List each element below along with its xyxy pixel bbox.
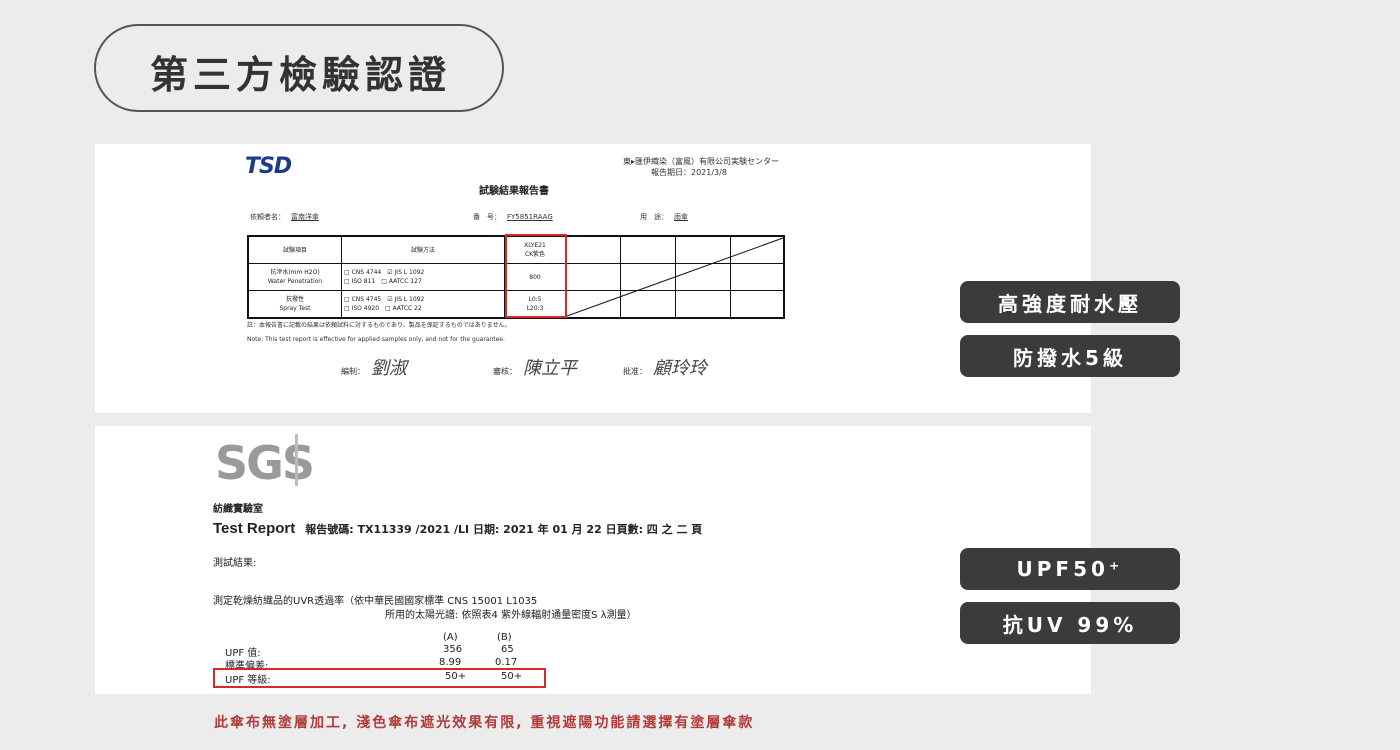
badge-water-pressure: 高強度耐水壓 [960,281,1180,323]
row2-item: 抗撥性 Spray Test [247,290,342,319]
badge-upf: UPF50⁺ [960,548,1180,590]
signature-reviewer: 審核： 陳立平 [493,358,577,379]
footer-note: 此傘布無塗層加工, 淺色傘布遮光效果有限, 重視遮陽功能請選擇有塗層傘款 [214,715,755,731]
badge-uv: 抗UV 99% [960,602,1180,644]
number-field: 番 号： FY5851RAAG [473,213,553,221]
report-date: 報告期日：2021/3/8 [651,168,727,177]
note-en: Note: This test report is effective for … [247,336,505,343]
use-field: 用 途： 雨傘 [640,213,688,221]
sample-highlight-box [505,234,567,318]
signature-approver: 批准： 顧玲玲 [623,358,707,379]
badge-water-repellent: 防撥水5級 [960,335,1180,377]
upf-highlight-box [213,668,546,688]
row2-method: □ CNS 4745 ☑ JIS L 1092 □ ISO 4920 □ AAT… [341,290,505,319]
col-method-header: 試験方法 [341,235,505,264]
row1-item: 抗滲水(mm H2O) Water Penetration [247,263,342,291]
client-field: 依頼者名： 富南洋傘 [250,213,319,221]
report-heading: 試験結果報告書 [479,186,549,197]
signature-compiler: 編制： 劉淑 [341,358,407,379]
measure-line-2: 所用的太陽光譜: 依照表4 紫外線輻射通量密度S λ測量） [385,610,637,621]
col-a-header: (A) [443,632,458,643]
measure-line-1: 測定乾燥紡織品的UVR透過率（依中華民國國家標準 CNS 15001 L1035 [213,596,538,607]
table-diagonal [567,237,784,317]
sgs-report-image: SGS 紡織實驗室 Test Report 報告號碼: TX11339 /2021… [95,426,1091,694]
title-pill: 第三方檢驗認證 [94,24,504,112]
sgs-logo-bar [295,434,298,486]
sgs-lab-name: 紡織實驗室 [213,504,263,515]
col-item-header: 試験項目 [247,235,342,264]
col-b-header: (B) [497,632,512,643]
tsd-report-image: TSD 東▸匯伊織染（富風）有限公司実験センター 報告期日：2021/3/8 試… [95,144,1091,413]
report-number-line: Test Report 報告號碼: TX11339 /2021 /LI 日期: 2… [213,520,703,537]
page-title: 第三方檢驗認證 [150,53,452,97]
result-label: 測試結果: [213,558,257,569]
row1-method: □ CNS 4744 ☑ JIS L 1092 □ ISO 811 □ AATC… [341,263,505,291]
tsd-logo: TSD [245,154,292,179]
sgs-logo: SGS [215,436,315,490]
note-jp: 註：本報告書に記載の結果は依頼試料に対するものであり、製品を保証するものではあり… [247,322,511,329]
lab-name: 東▸匯伊織染（富風）有限公司実験センター [623,157,780,166]
